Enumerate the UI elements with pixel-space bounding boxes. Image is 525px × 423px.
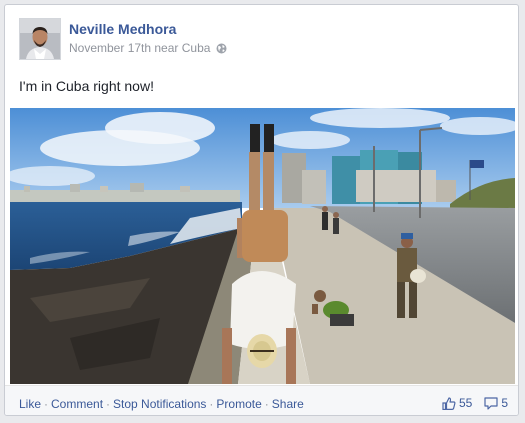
like-link[interactable]: Like <box>19 397 41 411</box>
status-text: I'm in Cuba right now! <box>19 78 154 94</box>
comments-count: 5 <box>501 396 508 410</box>
post-footer: Like · Comment · Stop Notifications · Pr… <box>5 385 518 415</box>
stop-notifications-link[interactable]: Stop Notifications <box>113 397 206 411</box>
avatar[interactable] <box>19 18 61 60</box>
separator: · <box>264 397 269 411</box>
likes-count: 55 <box>458 396 473 410</box>
separator: · <box>106 397 111 411</box>
post-counts: 55 5 <box>442 396 508 410</box>
post-card: Neville Medhora November 17th near Cuba … <box>4 4 519 416</box>
post-meta: November 17th near Cuba <box>69 41 227 55</box>
post-photo[interactable] <box>10 108 515 384</box>
globe-icon[interactable] <box>216 43 227 54</box>
comment-bubble-icon <box>484 396 498 410</box>
comment-link[interactable]: Comment <box>51 397 103 411</box>
separator: · <box>209 397 214 411</box>
likes-count-group[interactable]: 55 <box>442 396 472 410</box>
action-links: Like · Comment · Stop Notifications · Pr… <box>19 397 304 411</box>
separator: · <box>44 397 49 411</box>
comments-count-group[interactable]: 5 <box>484 396 508 410</box>
author-name[interactable]: Neville Medhora <box>69 21 176 37</box>
promote-link[interactable]: Promote <box>216 397 261 411</box>
share-link[interactable]: Share <box>272 397 304 411</box>
thumbs-up-icon <box>442 396 456 410</box>
post-date[interactable]: November 17th near Cuba <box>69 41 210 55</box>
profile-photo <box>20 19 60 59</box>
